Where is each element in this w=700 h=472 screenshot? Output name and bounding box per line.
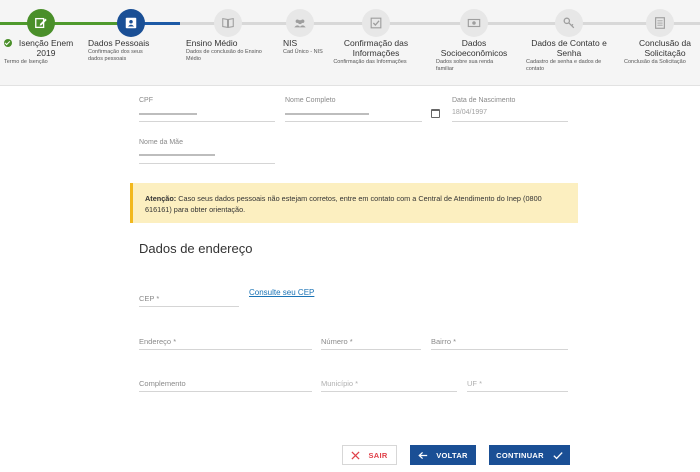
step-2-id-card-icon[interactable]: [117, 9, 145, 37]
birth-date-value: 18/04/1997: [452, 109, 488, 116]
full-name-masked-value: [285, 113, 369, 115]
step-3-book-icon[interactable]: [214, 9, 242, 37]
step-1-title: Isenção Enem 2019: [18, 38, 74, 58]
step-connector: [52, 22, 118, 25]
step-8-title: Conclusão da Solicitação: [639, 38, 691, 58]
address-section-title: Dados de endereço: [139, 241, 253, 256]
cep-input[interactable]: [139, 306, 239, 307]
number-input[interactable]: [321, 349, 421, 350]
exit-button-label: SAIR: [368, 450, 388, 460]
step-4-group-icon[interactable]: [286, 9, 314, 37]
warning-alert: Atenção: Caso seus dados pessoais não es…: [130, 183, 578, 223]
step-4-title: NIS: [283, 38, 298, 48]
full-name-label: Nome Completo: [285, 97, 336, 104]
back-button-label: VOLTAR: [436, 450, 468, 460]
step-6-title: Dados Socioeconômicos: [440, 38, 508, 58]
progress-stepper: Isenção Enem 2019 Termo de Isenção Dados…: [0, 0, 700, 86]
district-label: Bairro *: [431, 337, 457, 346]
step-5-checkbox-icon[interactable]: [362, 9, 390, 37]
state-label: UF *: [467, 379, 482, 388]
birth-date-label: Data de Nascimento: [452, 97, 516, 104]
exit-button[interactable]: SAIR: [342, 445, 397, 465]
step-connector: [0, 22, 28, 25]
mother-name-field: [139, 163, 275, 164]
close-icon: [351, 450, 360, 460]
step-done-check-icon: [4, 39, 12, 47]
step-4-subtitle: Cad Único - NIS: [283, 49, 323, 55]
step-2-title: Dados Pessoais: [88, 38, 150, 48]
cpf-masked-value: [139, 113, 197, 115]
step-8-subtitle: Conclusão da Solicitação: [624, 59, 686, 65]
continue-button[interactable]: CONTINUAR: [489, 445, 570, 465]
cpf-label: CPF: [139, 97, 153, 104]
step-2-subtitle: Confirmação dos seus dados pessoais: [88, 49, 143, 62]
step-6-subtitle: Dados sobre sua renda familiar: [436, 59, 494, 72]
cep-label: CEP *: [139, 294, 160, 303]
step-1-edit-icon[interactable]: [27, 9, 55, 37]
step-7-key-icon[interactable]: [555, 9, 583, 37]
cpf-field: [139, 121, 275, 122]
step-7-subtitle: Cadastro de senha e dados de contato: [526, 59, 602, 72]
check-icon: [553, 451, 563, 459]
number-label: Número *: [321, 337, 353, 346]
mother-name-label: Nome da Mãe: [139, 139, 183, 146]
step-7-title: Dados de Contato e Senha: [531, 38, 607, 58]
complement-label: Complemento: [139, 379, 186, 388]
step-1-subtitle: Termo de Isenção: [4, 59, 48, 65]
alert-title: Atenção:: [145, 194, 177, 203]
full-name-field: [285, 121, 422, 122]
birth-date-field: [452, 121, 568, 122]
city-select[interactable]: [321, 391, 457, 392]
step-5-title: Confirmação das Informações: [343, 38, 409, 58]
back-button[interactable]: VOLTAR: [410, 445, 476, 465]
step-8-document-icon[interactable]: [646, 9, 674, 37]
step-5-subtitle: Confirmação das Informações: [333, 59, 407, 65]
district-input[interactable]: [431, 349, 568, 350]
street-label: Endereço *: [139, 337, 177, 346]
step-6-money-icon[interactable]: [460, 9, 488, 37]
street-input[interactable]: [139, 349, 312, 350]
alert-text: Caso seus dados pessoais não estejam cor…: [145, 194, 542, 214]
city-label: Município *: [321, 379, 359, 388]
continue-button-label: CONTINUAR: [496, 450, 544, 460]
step-3-subtitle: Dados de conclusão do Ensino Médio: [186, 49, 262, 62]
step-3-title: Ensino Médio: [186, 38, 238, 48]
mother-name-masked-value: [139, 154, 215, 156]
consult-cep-link[interactable]: Consulte seu CEP: [249, 288, 314, 297]
calendar-icon: [431, 109, 440, 118]
state-select[interactable]: [467, 391, 568, 392]
step-connector: [180, 22, 700, 25]
complement-input[interactable]: [139, 391, 312, 392]
arrow-left-icon: [418, 451, 428, 459]
